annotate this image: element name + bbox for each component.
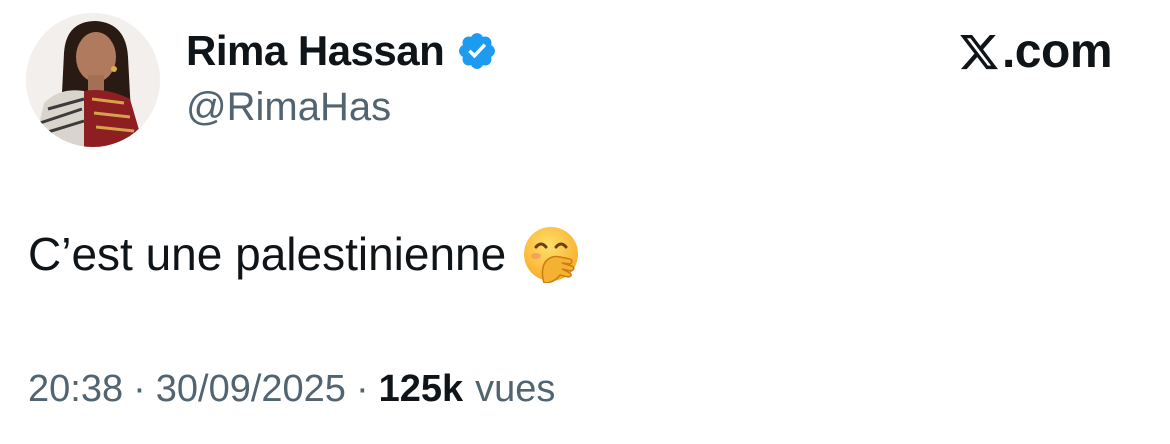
author-name-row[interactable]: Rima Hassan bbox=[186, 24, 498, 78]
hand-over-mouth-emoji-icon bbox=[522, 225, 580, 284]
views-count[interactable]: 125k bbox=[379, 368, 464, 411]
avatar[interactable] bbox=[26, 13, 160, 147]
meta-separator: · bbox=[355, 367, 369, 410]
avatar-image bbox=[26, 13, 160, 147]
verified-badge-icon bbox=[456, 30, 498, 72]
tweet-meta: 20:38 · 30/09/2025 · 125k vues bbox=[28, 362, 555, 416]
tweet-date[interactable]: 30/09/2025 bbox=[156, 368, 346, 411]
meta-separator: · bbox=[133, 367, 146, 410]
x-logo-icon bbox=[958, 31, 1000, 73]
brand-logo: .com bbox=[958, 24, 1113, 80]
tweet-time[interactable]: 20:38 bbox=[28, 368, 123, 411]
author-handle[interactable]: @RimaHas bbox=[186, 82, 391, 132]
tweet-text: C’est une palestinienne bbox=[28, 222, 580, 286]
author-name[interactable]: Rima Hassan bbox=[186, 24, 445, 78]
tweet-text-body: C’est une palestinienne bbox=[28, 228, 507, 280]
views-label: vues bbox=[475, 367, 556, 410]
brand-text: .com bbox=[1001, 25, 1113, 78]
tweet-card: Rima Hassan @RimaHas .com C’est une pale… bbox=[0, 0, 1170, 444]
